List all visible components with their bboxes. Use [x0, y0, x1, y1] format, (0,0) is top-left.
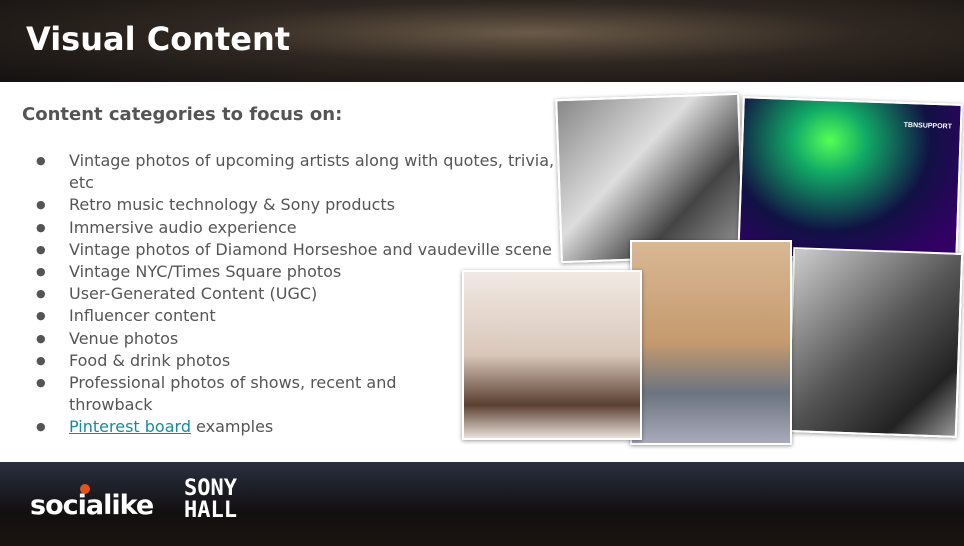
slide-title: Visual Content — [26, 20, 291, 58]
pinterest-link[interactable]: Pinterest board — [69, 417, 191, 436]
header-banner: Visual Content — [0, 0, 964, 82]
concert-photo: TBNSUPPORT — [737, 96, 963, 264]
list-item: Vintage photos of Diamond Horseshoe and … — [36, 239, 566, 261]
section-heading: Content categories to focus on: — [22, 104, 343, 125]
photo-tag: TBNSUPPORT — [903, 121, 953, 131]
list-item: Retro music technology & Sony products — [36, 194, 566, 216]
influencer-photo — [462, 270, 642, 440]
retro-radio-photo — [630, 240, 792, 445]
hiphop-photo — [786, 247, 964, 438]
sony-hall-logo: SONY HALL — [184, 476, 237, 523]
list-item: Professional photos of shows, recent and… — [36, 372, 416, 416]
vintage-photo — [555, 92, 745, 264]
socialike-logo: socialike — [30, 484, 154, 521]
list-item: Vintage photos of upcoming artists along… — [36, 150, 566, 194]
list-item-text: examples — [190, 417, 274, 437]
list-item: Immersive audio experience — [36, 217, 566, 239]
